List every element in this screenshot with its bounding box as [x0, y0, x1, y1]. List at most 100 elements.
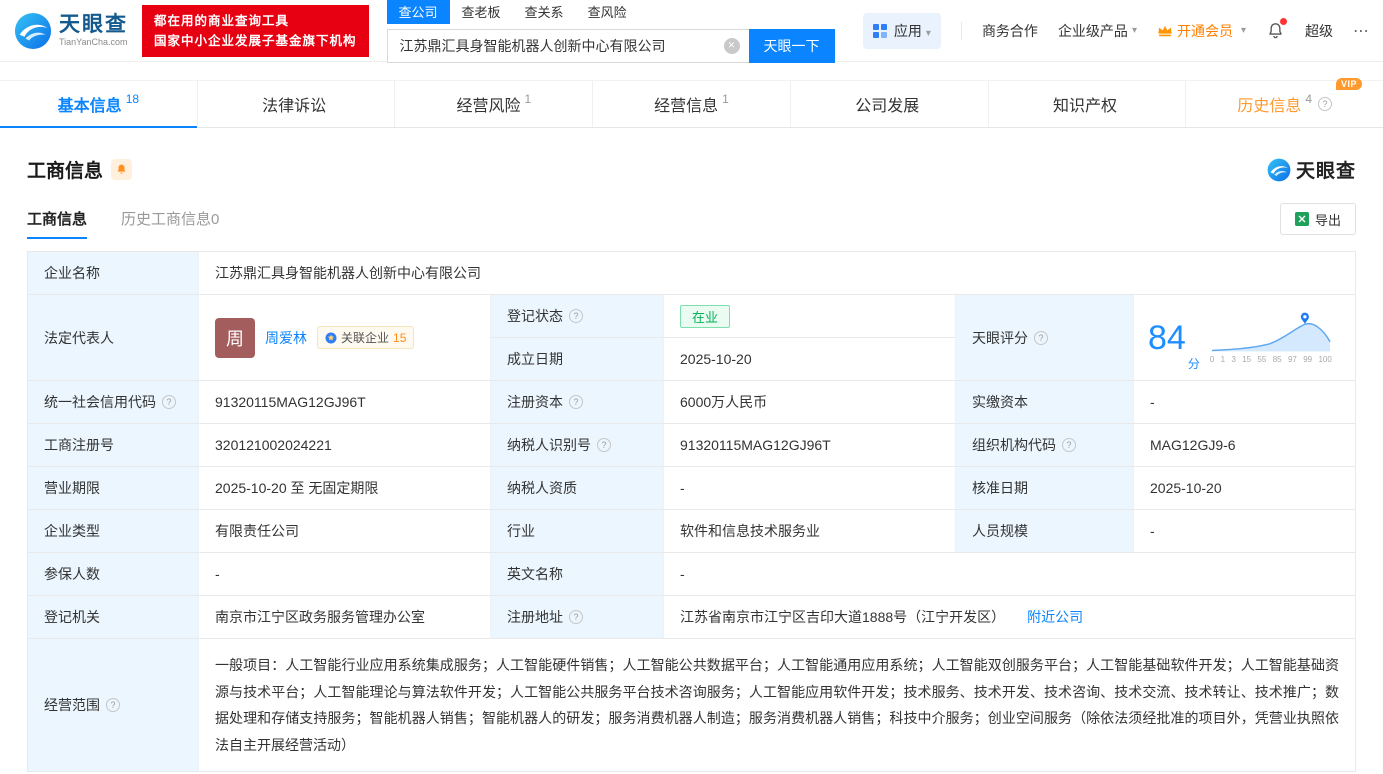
tab-count: 18	[125, 92, 140, 106]
field-value-legal-representative: 周 周爱林 关联企业 15	[199, 295, 491, 381]
tab-company-development[interactable]: 公司发展	[789, 81, 988, 127]
tab-business-info[interactable]: 经营信息 1	[592, 81, 790, 127]
search-area: 查公司 查老板 查关系 查风险 天眼一下	[386, 0, 835, 63]
field-value-industry: 软件和信息技术服务业	[664, 510, 956, 553]
help-icon[interactable]	[1062, 438, 1076, 452]
tab-label: 知识产权	[1052, 98, 1117, 115]
help-icon[interactable]	[106, 698, 120, 713]
field-label-company-name: 企业名称	[28, 252, 199, 295]
field-label-legal-representative: 法定代表人	[28, 295, 199, 381]
field-label-approval-date: 核准日期	[956, 467, 1134, 510]
help-icon[interactable]	[597, 438, 611, 452]
help-icon[interactable]	[569, 395, 583, 409]
nearby-companies-link[interactable]: 附近公司	[1027, 607, 1083, 627]
notification-bell-icon[interactable]	[1266, 18, 1287, 40]
field-label-registered-capital: 注册资本	[491, 381, 664, 424]
help-icon[interactable]	[569, 610, 583, 624]
watermark-brand-text: 天眼查	[1295, 161, 1356, 182]
section-title: 工商信息	[27, 161, 104, 182]
field-label-industry: 行业	[491, 510, 664, 553]
field-label-company-type: 企业类型	[28, 510, 199, 553]
field-value-establish-date: 2025-10-20	[664, 338, 956, 381]
field-label-registration-authority: 登记机关	[28, 596, 199, 639]
field-label-paid-capital: 实缴资本	[956, 381, 1134, 424]
tianyancha-logo-icon	[14, 12, 52, 49]
promo-line2: 国家中小企业发展子基金旗下机构	[154, 33, 357, 48]
subtabs: 工商信息 历史工商信息0 导出	[27, 203, 1356, 239]
legal-rep-name-link[interactable]: 周爱林	[265, 328, 307, 348]
more-menu-icon[interactable]: ⋯	[1353, 21, 1369, 41]
score-number: 84	[1148, 318, 1186, 357]
search-tab-risk[interactable]: 查风险	[576, 0, 639, 24]
tab-label: 公司发展	[855, 98, 920, 115]
notification-dot	[1280, 18, 1287, 25]
search-tab-company[interactable]: 查公司	[386, 0, 450, 24]
field-label-registration-status: 登记状态	[491, 295, 664, 338]
brand-name: 天眼查	[59, 13, 128, 36]
help-icon[interactable]	[162, 395, 176, 409]
clear-search-icon[interactable]	[723, 37, 740, 54]
search-tab-relation[interactable]: 查关系	[513, 0, 576, 24]
subtab-business-registration[interactable]: 工商信息	[27, 208, 88, 239]
legal-rep-avatar[interactable]: 周	[215, 317, 255, 358]
field-value-insured-count: -	[199, 553, 491, 596]
tab-basic-info[interactable]: 基本信息 18	[0, 81, 197, 128]
field-value-org-code: MAG12GJ9-6	[1134, 424, 1355, 467]
field-value-taxpayer-id: 91320115MAG12GJ96T	[664, 424, 956, 467]
menu-business-cooperation[interactable]: 商务合作	[982, 21, 1038, 41]
field-value-english-name: -	[664, 553, 1355, 596]
field-value-approval-date: 2025-10-20	[1134, 467, 1355, 510]
status-badge: 在业	[680, 304, 731, 328]
field-label-insured-count: 参保人数	[28, 553, 199, 596]
field-label-taxpayer-id: 纳税人识别号	[491, 424, 664, 467]
score-unit: 分	[1187, 357, 1200, 371]
field-label-establish-date: 成立日期	[491, 338, 664, 381]
menu-enterprise-products[interactable]: 企业级产品	[1058, 21, 1137, 41]
search-input[interactable]	[386, 28, 749, 63]
field-value-registration-status: 在业	[664, 295, 956, 338]
tab-label: 经营信息	[654, 98, 719, 115]
search-button[interactable]: 天眼一下	[748, 28, 835, 63]
field-label-registration-number: 工商注册号	[28, 424, 199, 467]
tab-legal-proceedings[interactable]: 法律诉讼	[196, 81, 395, 127]
help-icon[interactable]	[569, 309, 583, 323]
field-label-registered-address: 注册地址	[491, 596, 664, 639]
field-label-business-term: 营业期限	[28, 467, 199, 510]
export-label: 导出	[1314, 212, 1341, 228]
crown-icon	[1158, 25, 1172, 36]
promo-line1: 都在用的商业查询工具	[154, 13, 290, 28]
field-label-staff-size: 人员规模	[956, 510, 1134, 553]
vip-badge: VIP	[1336, 78, 1363, 90]
search-tabs: 查公司 查老板 查关系 查风险	[386, 0, 835, 24]
menu-open-vip[interactable]: 开通会员	[1157, 21, 1246, 41]
field-value-staff-size: -	[1134, 510, 1355, 553]
score-curve-chart: 0 1 3 15 55 85 97 99 100	[1210, 312, 1332, 364]
menu-super-vip[interactable]: 超级	[1305, 21, 1333, 41]
company-nav-tabs: 基本信息 18 法律诉讼 经营风险 1 经营信息 1 公司发展 知识产权 历史信息 4…	[0, 78, 1383, 128]
tab-intellectual-property[interactable]: 知识产权	[987, 81, 1186, 127]
apps-grid-icon	[872, 23, 887, 38]
monitor-bell-icon[interactable]	[111, 159, 133, 180]
field-value-registered-capital: 6000万人民币	[664, 381, 956, 424]
help-icon[interactable]	[1034, 330, 1048, 345]
tab-count: 1	[722, 92, 729, 106]
field-label-english-name: 英文名称	[491, 553, 664, 596]
export-button[interactable]: 导出	[1279, 203, 1356, 235]
tab-history-info[interactable]: 历史信息 4 VIP	[1185, 78, 1383, 127]
help-icon[interactable]	[1318, 97, 1333, 111]
field-value-registered-address: 江苏省南京市江宁区吉印大道1888号（江宁开发区） 附近公司	[664, 596, 1355, 639]
tab-label: 经营风险	[456, 98, 521, 115]
excel-icon	[1294, 212, 1309, 226]
apps-menu[interactable]: 应用	[862, 12, 941, 49]
subtab-history-registration[interactable]: 历史工商信息0	[121, 208, 219, 239]
tianyancha-watermark-icon	[1267, 158, 1291, 181]
tab-count: 1	[524, 92, 532, 106]
related-companies-tag[interactable]: 关联企业 15	[317, 326, 415, 349]
field-value-paid-capital: -	[1134, 381, 1355, 424]
search-tab-boss[interactable]: 查老板	[450, 0, 513, 24]
tianyancha-logo[interactable]: 天眼查 TianYanCha.com	[14, 12, 128, 50]
promo-badge: 都在用的商业查询工具 国家中小企业发展子基金旗下机构	[142, 4, 369, 57]
tab-operational-risk[interactable]: 经营风险 1	[394, 81, 592, 127]
tab-label: 法律诉讼	[262, 98, 327, 115]
field-value-tianyan-score: 84 分 0 1 3 15 55 85 97 99 100	[1134, 295, 1355, 381]
